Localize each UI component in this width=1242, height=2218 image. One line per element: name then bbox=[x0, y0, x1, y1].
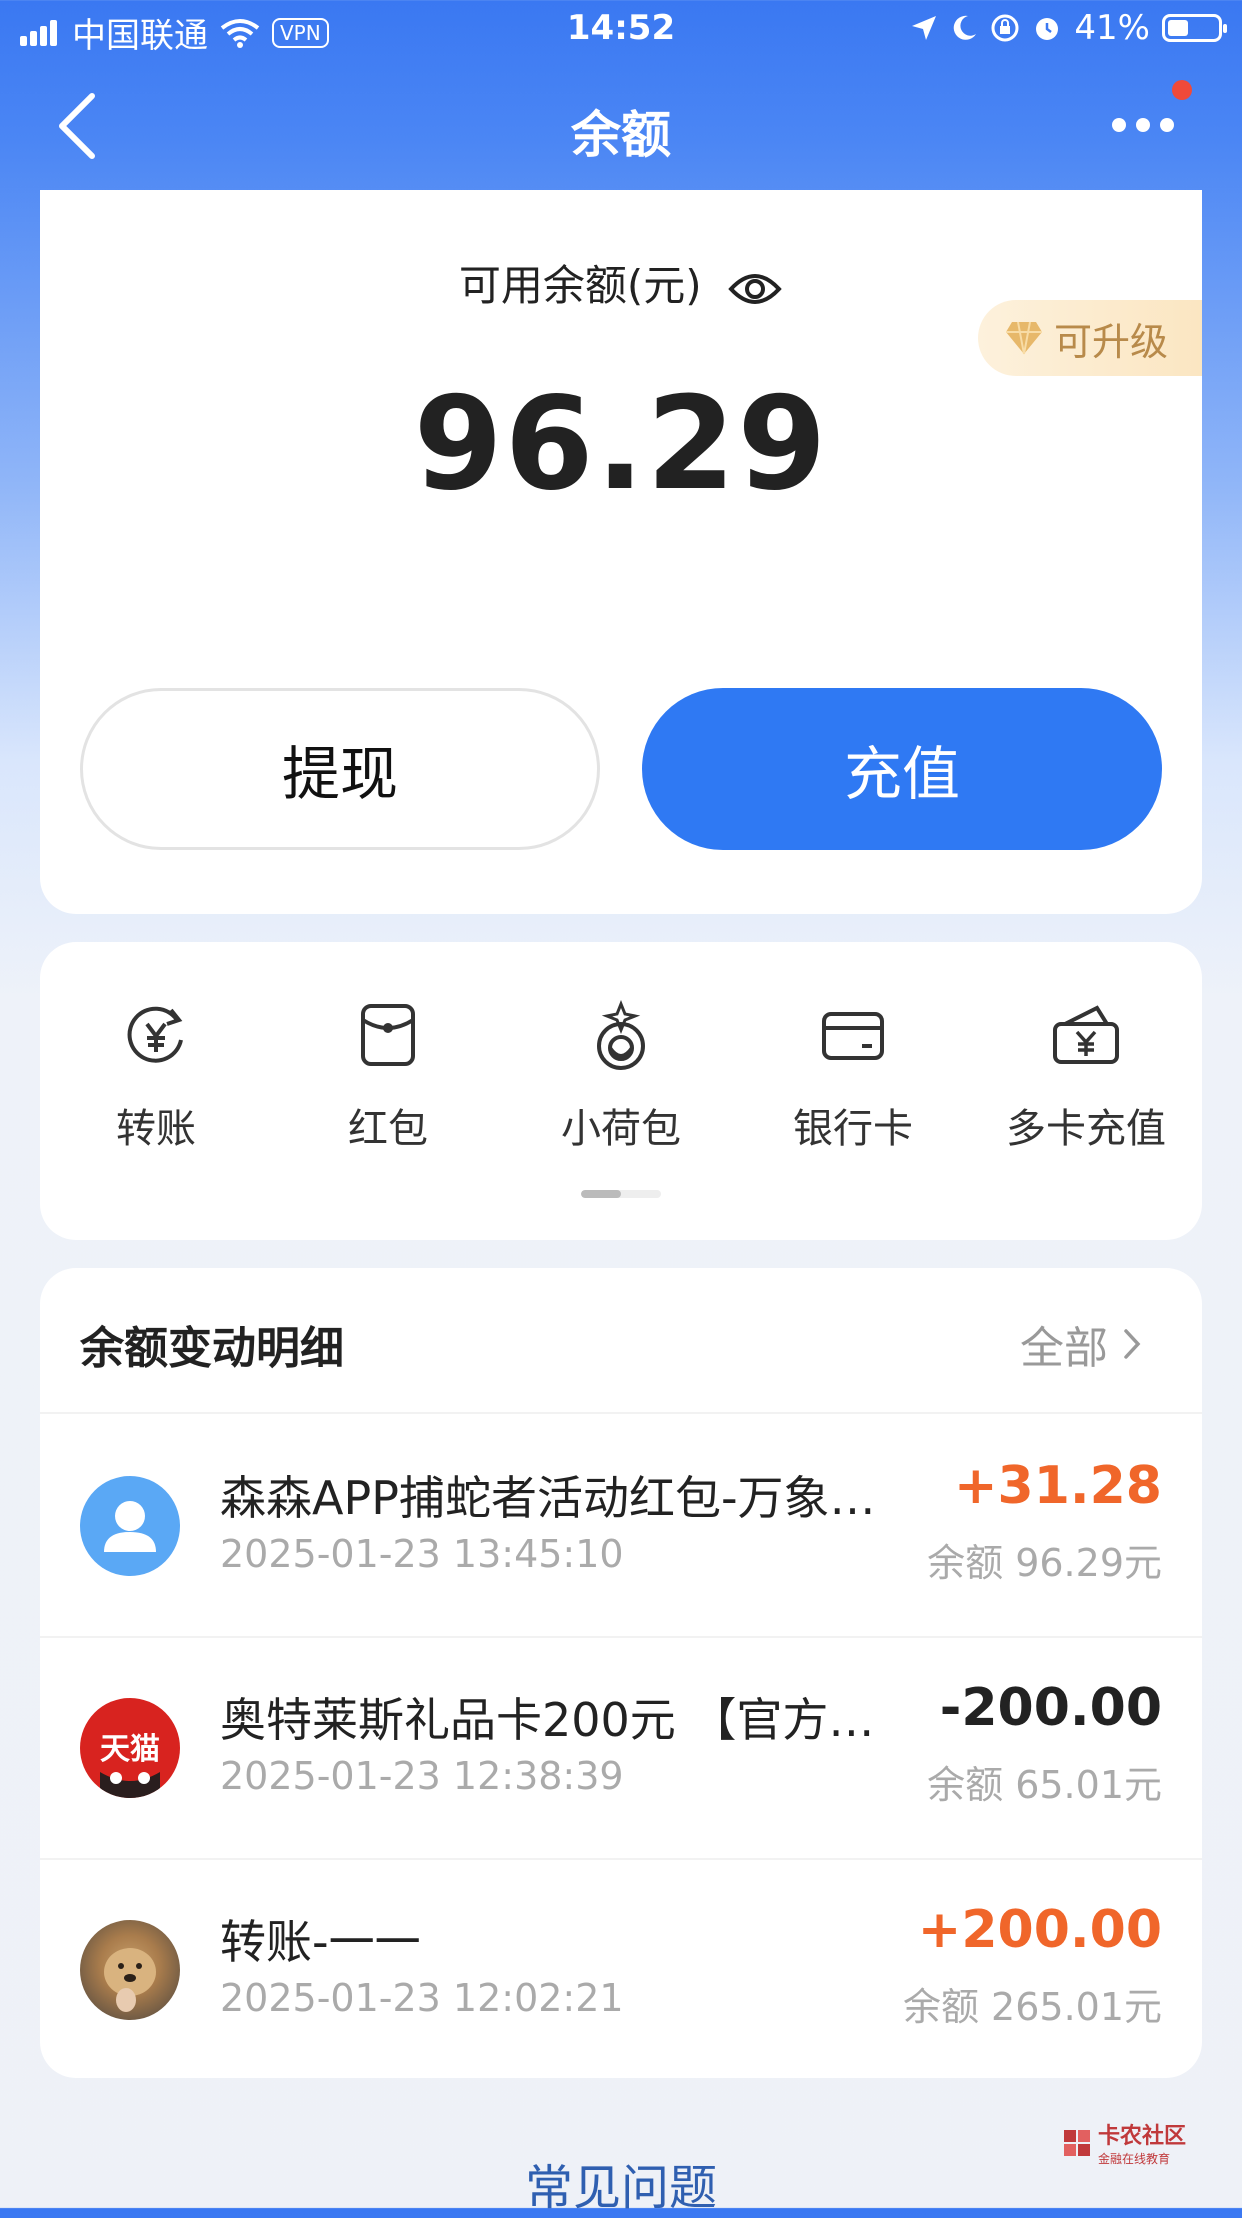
tmall-logo-text: 天猫 bbox=[100, 1732, 160, 1767]
red-packet-icon bbox=[361, 1004, 415, 1066]
detail-title: 余额变动明细 bbox=[80, 1323, 344, 1374]
function-label: 多卡充值 bbox=[1006, 1106, 1166, 1152]
list-item[interactable]: 转账-一一 2025-01-23 12:02:21 +200.00 余额 265… bbox=[40, 1858, 1202, 2080]
record-time: 2025-01-23 12:38:39 bbox=[220, 1754, 624, 1798]
eye-icon[interactable] bbox=[727, 269, 783, 309]
pouch-icon bbox=[597, 1000, 645, 1070]
page-indicator bbox=[581, 1190, 661, 1198]
user-icon bbox=[104, 1501, 156, 1552]
recharge-button[interactable]: 充值 bbox=[642, 688, 1162, 850]
record-time: 2025-01-23 12:02:21 bbox=[220, 1976, 624, 2020]
detail-card: 余额变动明细 全部 森森APP捕蛇者活动红包-万象森… 2025-01-23 1… bbox=[40, 1268, 1202, 2078]
balance-card: 可用余额(元) 可升级 96.29 提现 充值 bbox=[40, 190, 1202, 914]
bank-card-icon bbox=[822, 1012, 884, 1060]
page-title: 余额 bbox=[571, 106, 671, 164]
battery-icon bbox=[1162, 14, 1227, 42]
view-all-label: 全部 bbox=[1020, 1323, 1108, 1374]
record-name: 转账-一一 bbox=[220, 1915, 421, 1969]
function-card: 转账 红包 小荷包 银行卡 多卡充值 bbox=[40, 942, 1202, 1240]
balance-label: 可用余额(元) bbox=[458, 261, 702, 310]
record-time: 2025-01-23 13:45:10 bbox=[220, 1532, 624, 1576]
moon-icon bbox=[954, 15, 977, 40]
record-amount: +31.28 bbox=[953, 1456, 1162, 1516]
function-label: 转账 bbox=[116, 1106, 196, 1152]
upgrade-badge[interactable]: 可升级 bbox=[978, 300, 1202, 376]
upgrade-label: 可升级 bbox=[1054, 319, 1169, 364]
record-balance: 余额 65.01元 bbox=[927, 1763, 1162, 1807]
function-label: 红包 bbox=[348, 1106, 428, 1152]
notification-dot bbox=[1172, 80, 1192, 100]
transfer-icon bbox=[127, 1006, 183, 1063]
function-item-transfer[interactable]: 转账 bbox=[40, 1000, 272, 1154]
diamond-icon bbox=[1006, 321, 1042, 355]
withdraw-button[interactable]: 提现 bbox=[80, 688, 600, 850]
avatar bbox=[80, 1920, 180, 2020]
alarm-icon bbox=[1036, 18, 1059, 40]
location-icon bbox=[912, 16, 937, 40]
status-bar: 中国联通 VPN 14:52 41% bbox=[0, 0, 1242, 62]
function-label: 小荷包 bbox=[561, 1106, 681, 1152]
view-all-link[interactable]: 全部 bbox=[1020, 1312, 1142, 1376]
chevron-right-icon bbox=[1124, 1329, 1141, 1359]
record-balance: 余额 96.29元 bbox=[927, 1541, 1162, 1585]
record-name: 森森APP捕蛇者活动红包-万象森… bbox=[220, 1471, 920, 1525]
list-item[interactable]: 森森APP捕蛇者活动红包-万象森… 2025-01-23 13:45:10 +3… bbox=[40, 1414, 1202, 1636]
battery-percent: 41% bbox=[1074, 8, 1150, 48]
list-item[interactable]: 天猫 奥特莱斯礼品卡200元 【官方卡… 2025-01-23 12:38:39… bbox=[40, 1636, 1202, 1858]
record-amount: +200.00 bbox=[917, 1900, 1162, 1960]
multi-card-icon bbox=[1053, 1005, 1119, 1064]
record-name: 奥特莱斯礼品卡200元 【官方卡… bbox=[220, 1693, 920, 1747]
function-item-red-packet[interactable]: 红包 bbox=[272, 1000, 504, 1154]
function-item-multi-card[interactable]: 多卡充值 bbox=[970, 1000, 1202, 1154]
record-amount: -200.00 bbox=[939, 1678, 1162, 1738]
avatar bbox=[80, 1476, 180, 1576]
function-label: 银行卡 bbox=[793, 1106, 913, 1152]
balance-amount: 96.29 bbox=[413, 370, 829, 519]
dog-photo-icon bbox=[104, 1948, 156, 2012]
watermark-title: 卡农社区 bbox=[1098, 2124, 1187, 2149]
record-balance: 余额 265.01元 bbox=[902, 1985, 1162, 2029]
more-dots-icon[interactable] bbox=[1112, 118, 1174, 132]
avatar: 天猫 bbox=[80, 1698, 180, 1798]
rotation-lock-icon bbox=[991, 14, 1019, 42]
function-item-bank-card[interactable]: 银行卡 bbox=[737, 1000, 969, 1154]
function-item-pouch[interactable]: 小荷包 bbox=[505, 1000, 737, 1154]
